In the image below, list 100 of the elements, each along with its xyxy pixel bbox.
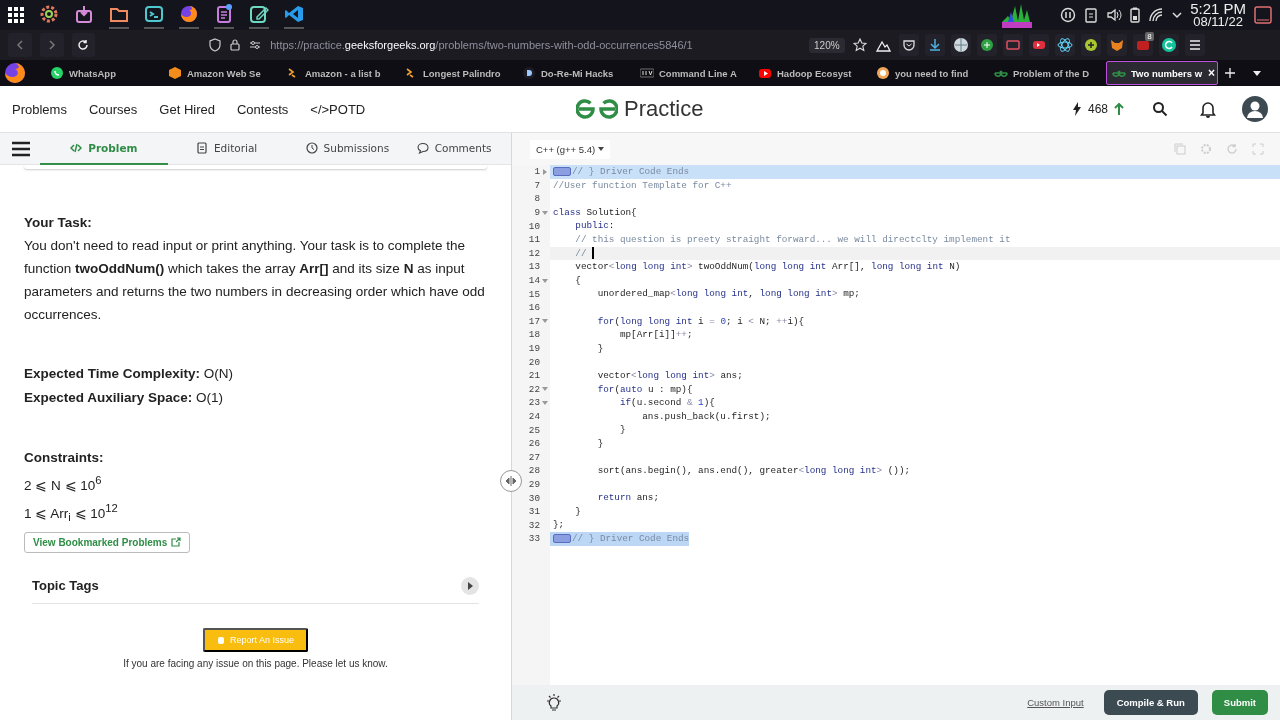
code-line: //User function Template for C++ bbox=[552, 178, 733, 193]
atom-icon[interactable] bbox=[1056, 37, 1073, 53]
line-number: 18 bbox=[527, 329, 540, 341]
wifi-icon[interactable] bbox=[1148, 7, 1165, 23]
terminal-icon[interactable] bbox=[144, 4, 164, 24]
pause-icon[interactable] bbox=[1060, 7, 1077, 23]
line-number: 10 bbox=[527, 220, 540, 232]
line-number: 30 bbox=[527, 492, 540, 504]
line-number: 27 bbox=[527, 451, 540, 463]
language-dropdown[interactable]: C++ (g++ 5.4) bbox=[530, 139, 611, 159]
star-icon[interactable] bbox=[852, 38, 867, 52]
code-line: } bbox=[596, 341, 605, 356]
browser-tab[interactable]: Two numbers w × bbox=[1106, 61, 1218, 85]
fold-arrow-icon[interactable] bbox=[542, 278, 548, 283]
browser-tab[interactable]: Amazon Web Se bbox=[162, 61, 274, 85]
line-number: 14 bbox=[527, 275, 540, 287]
nav-link[interactable]: Courses bbox=[88, 101, 138, 117]
code-line: ans.push_back(u.first); bbox=[641, 409, 772, 424]
line-number: 22 bbox=[527, 383, 540, 395]
address-field[interactable]: https://practice.geeksforgeeks.org/problems/two-numbers-with-odd-occurrences5846/1 bbox=[201, 33, 802, 57]
shield-icon bbox=[209, 38, 222, 52]
line-number: 7 bbox=[533, 179, 540, 191]
fold-arrow-icon[interactable] bbox=[543, 168, 547, 175]
problem-tab[interactable]: Problem bbox=[40, 132, 168, 165]
chevron-down-icon[interactable] bbox=[1252, 69, 1262, 77]
browser-tab[interactable]: Do-Re-Mi Hacks bbox=[516, 61, 628, 85]
browser-tab[interactable]: Amazon - a list b bbox=[280, 61, 392, 85]
line-number: 17 bbox=[527, 315, 540, 327]
clock-icon bbox=[305, 141, 318, 154]
fold-arrow-icon[interactable] bbox=[542, 400, 548, 405]
line-number: 25 bbox=[527, 424, 540, 436]
browser-tab[interactable]: Problem of the D bbox=[988, 61, 1100, 85]
code-editor-icon[interactable] bbox=[284, 4, 304, 24]
fold-marker-icon[interactable] bbox=[553, 167, 571, 177]
reload-button[interactable] bbox=[71, 33, 96, 57]
browser-tab[interactable]: Command Line A bbox=[634, 61, 746, 85]
line-number: 16 bbox=[527, 302, 540, 314]
browser-tab[interactable]: Longest Palindro bbox=[398, 61, 510, 85]
line-number: 1 bbox=[533, 166, 540, 178]
line-number: 12 bbox=[527, 247, 540, 259]
globe-icon[interactable] bbox=[952, 37, 969, 53]
submit-button[interactable]: Submit bbox=[1211, 690, 1268, 715]
nav-link[interactable]: Contests bbox=[237, 101, 289, 117]
battery-icon[interactable] bbox=[1130, 7, 1141, 23]
constraint-text: 2 ⩽ N ⩽ 10$^{6}$ bbox=[24, 473, 103, 495]
search-icon[interactable] bbox=[1152, 101, 1168, 117]
nav-link[interactable]: Problems bbox=[12, 101, 67, 117]
compile-run-button[interactable]: Compile & Run bbox=[1103, 690, 1198, 715]
browser-tab[interactable]: Hadoop Ecosyst bbox=[752, 61, 864, 85]
problem-tab[interactable]: Editorial bbox=[167, 132, 286, 165]
browser-icon[interactable] bbox=[179, 4, 199, 24]
section-heading: Topic Tags bbox=[32, 578, 99, 594]
close-icon[interactable]: × bbox=[1207, 66, 1217, 80]
clipboard-icon[interactable] bbox=[214, 4, 234, 24]
sliders-icon bbox=[249, 40, 262, 50]
nav-link[interactable]: </>POTD bbox=[310, 101, 366, 117]
app-grid-icon[interactable] bbox=[8, 7, 24, 23]
line-number: 29 bbox=[527, 478, 540, 490]
package-icon[interactable] bbox=[74, 4, 94, 24]
problem-tab[interactable]: Comments bbox=[409, 132, 499, 165]
code-line: }; bbox=[552, 518, 566, 533]
bookmarks-button[interactable]: View Bookmarked Problems bbox=[24, 531, 191, 553]
clipboard-icon[interactable] bbox=[1084, 7, 1099, 23]
line-number: 28 bbox=[527, 465, 540, 477]
browser-tab[interactable]: you need to find bbox=[870, 61, 982, 85]
browser-tab[interactable]: WhatsApp bbox=[44, 61, 156, 85]
fold-marker-icon[interactable] bbox=[553, 534, 571, 544]
zoom-level[interactable]: 120% bbox=[809, 37, 845, 53]
pocket-icon[interactable] bbox=[900, 37, 917, 53]
browser-logo-icon[interactable] bbox=[4, 62, 26, 84]
fold-arrow-icon[interactable] bbox=[542, 210, 548, 215]
pencil-icon[interactable] bbox=[249, 4, 269, 24]
chevron-down-icon[interactable] bbox=[1172, 11, 1183, 19]
fold-arrow-icon[interactable] bbox=[542, 319, 548, 324]
plus-icon[interactable] bbox=[1082, 37, 1099, 53]
logo-icon[interactable] bbox=[576, 97, 618, 121]
menu-icon[interactable] bbox=[12, 140, 30, 157]
plus-icon[interactable] bbox=[1224, 67, 1236, 79]
resize-handle[interactable] bbox=[500, 470, 522, 492]
code-line: mp[Arr[i]]++; bbox=[618, 328, 694, 342]
custom-input-link[interactable]: Custom Input bbox=[1027, 697, 1084, 708]
code-line: } bbox=[596, 436, 605, 451]
code-line: { bbox=[574, 273, 582, 288]
fold-arrow-icon[interactable] bbox=[542, 387, 548, 392]
code-line: class Solution{ bbox=[552, 205, 638, 220]
nav-link[interactable]: Get Hired bbox=[159, 101, 215, 117]
code-icon bbox=[70, 141, 83, 154]
speaker-icon[interactable] bbox=[1106, 7, 1123, 23]
line-number: 19 bbox=[527, 343, 540, 354]
bell-icon[interactable] bbox=[1200, 100, 1216, 118]
section-heading: Your Task: bbox=[24, 214, 93, 232]
gear-icon[interactable] bbox=[39, 4, 59, 24]
lightbulb-icon[interactable] bbox=[546, 693, 562, 712]
avatar-icon[interactable] bbox=[1242, 96, 1268, 122]
show-desktop-icon[interactable] bbox=[1254, 6, 1272, 24]
line-number: 9 bbox=[533, 207, 540, 219]
caret-icon bbox=[598, 147, 605, 151]
fox-icon[interactable] bbox=[1108, 37, 1125, 53]
code-line: sort(ans.begin(), ans.end(), greater<long long int> ()); bbox=[596, 464, 912, 478]
problem-tab[interactable]: Submissions bbox=[285, 132, 410, 165]
